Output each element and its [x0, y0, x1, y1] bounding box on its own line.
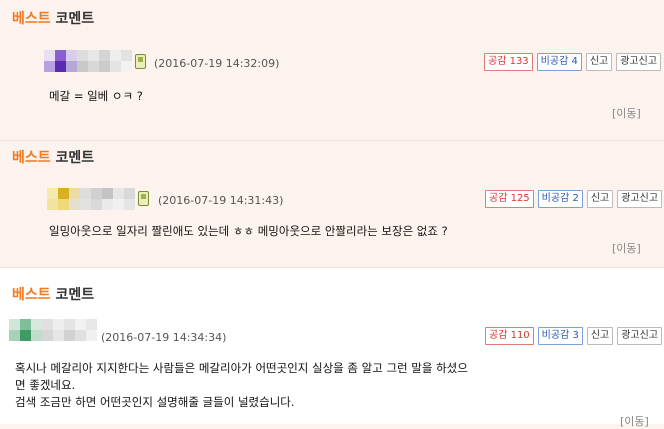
dislike-button[interactable]: 비공감 2	[537, 190, 583, 208]
dislike-button[interactable]: 비공감 3	[537, 327, 583, 345]
avatar	[9, 319, 97, 341]
avatar	[44, 50, 132, 72]
comment-timestamp: (2016-07-19 14:31:43)	[158, 194, 284, 207]
report-button[interactable]: 신고	[585, 53, 613, 71]
ad-report-button[interactable]: 광고신고	[616, 53, 662, 71]
mobile-phone-icon	[135, 54, 146, 69]
best-comment-label: 베스트 코멘트	[12, 287, 95, 303]
move-link[interactable]: [이동]	[620, 413, 649, 429]
best-comment-label: 베스트 코멘트	[12, 150, 95, 166]
like-button[interactable]: 공감 133	[484, 53, 533, 71]
avatar	[47, 188, 135, 210]
dislike-button[interactable]: 비공감 4	[536, 53, 582, 71]
comment-text: 혹시나 메갈리아 지지한다는 사람들은 메갈리아가 어떤곳인지 실상을 좀 알고…	[15, 361, 468, 409]
best-comment-2: 베스트 코멘트 (2016-07-19 14:31:43) 공감 125 비공감…	[0, 140, 664, 268]
comment-actions: 공감 125 비공감 2 신고 광고신고	[485, 190, 663, 208]
move-link[interactable]: [이동]	[612, 240, 641, 256]
comment-actions: 공감 110 비공감 3 신고 광고신고	[485, 327, 663, 345]
comment-timestamp: (2016-07-19 14:34:34)	[101, 331, 227, 344]
report-button[interactable]: 신고	[586, 327, 614, 345]
report-button[interactable]: 신고	[586, 190, 614, 208]
comment-timestamp: (2016-07-19 14:32:09)	[154, 57, 280, 70]
comment-actions: 공감 133 비공감 4 신고 광고신고	[484, 53, 662, 71]
like-button[interactable]: 공감 110	[485, 327, 534, 345]
move-link[interactable]: [이동]	[612, 105, 641, 121]
best-comment-3: 베스트 코멘트 (2016-07-19 14:34:34) 공감 110 비공감…	[0, 267, 664, 428]
comment-text: 메갈 = 일베 ㅇㅋ ?	[49, 89, 143, 103]
best-comment-1: 베스트 코멘트 (2016-07-19 14:32:09) 공감 133 비공감…	[0, 0, 664, 140]
ad-report-button[interactable]: 광고신고	[617, 190, 663, 208]
comment-text: 일밍아웃으로 일자리 짤린애도 있는데 ㅎㅎ 메밍아웃으로 안짤리라는 보장은 …	[49, 224, 448, 238]
like-button[interactable]: 공감 125	[485, 190, 534, 208]
ad-report-button[interactable]: 광고신고	[617, 327, 663, 345]
best-comment-label: 베스트 코멘트	[12, 11, 95, 27]
mobile-phone-icon	[138, 191, 149, 206]
